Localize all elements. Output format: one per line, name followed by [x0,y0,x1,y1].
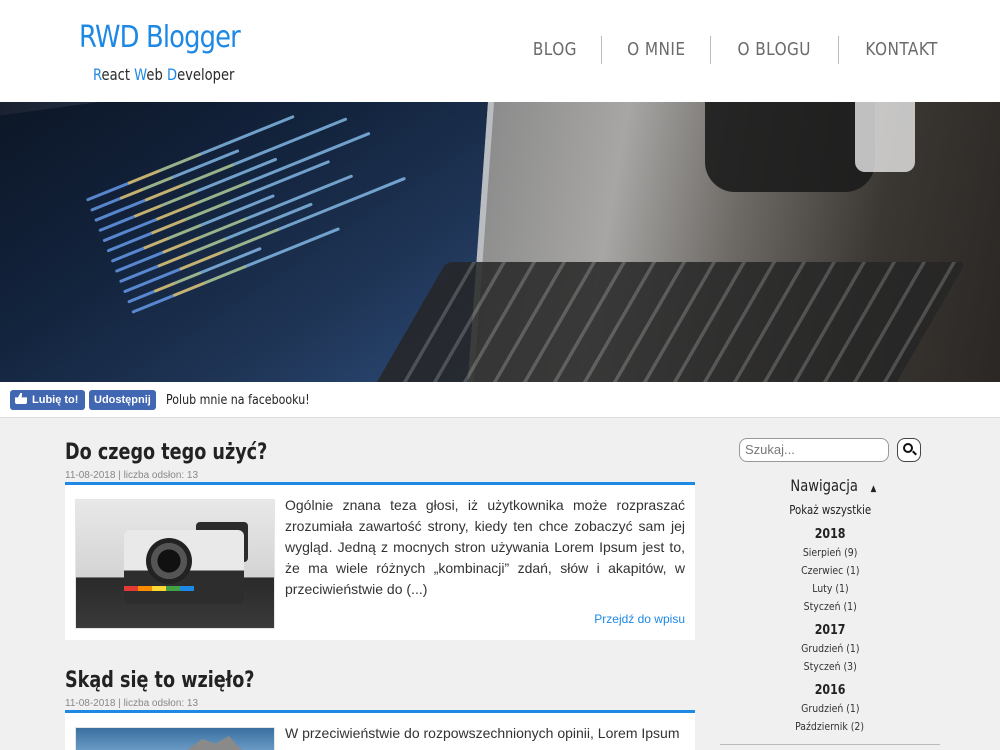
show-all-link[interactable]: Pokaż wszystkie [720,503,940,517]
post-thumbnail-mountain[interactable] [75,727,275,750]
camera-lens [146,538,192,584]
sidebar-divider [720,744,940,745]
facebook-bar: Lubię to! Udostępnij Polub mnie na faceb… [0,382,1000,418]
archive-month-link[interactable]: Czerwiec (1) [720,564,940,577]
subtitle-word: eact [101,65,135,84]
archive-month-link[interactable]: Grudzień (1) [720,702,940,715]
archive-month-link[interactable]: Styczeń (3) [720,660,940,673]
search-button[interactable] [897,438,921,462]
post-thumbnail-camera[interactable] [75,499,275,629]
read-more-link[interactable]: Przejdź do wpisu [594,612,685,626]
archive-month-link[interactable]: Luty (1) [720,582,940,595]
post-meta: 11-08-2018 | liczba odsłon: 13 [65,470,199,481]
nav-item-blog[interactable]: BLOG [509,36,601,64]
hero-image-laptop-code [0,102,1000,382]
post-excerpt: W przeciwieństwie do rozpowszechnionych … [285,725,680,741]
nav-item-o-mnie[interactable]: O MNIE [600,36,711,64]
subtitle-initial: W [134,65,147,84]
site-logo-title[interactable]: RWD Blogger [79,20,241,55]
archive-month-link[interactable]: Październik (2) [720,720,940,733]
main-nav: BLOG O MNIE O BLOGU KONTAKT [509,36,964,64]
site-logo-subtitle: React Web Developer [93,65,234,84]
search-input[interactable]: Szukaj... [739,438,889,462]
post-meta: 11-08-2018 | liczba odsłon: 13 [65,698,199,709]
nav-item-o-blogu[interactable]: O BLOGU [710,36,837,64]
post-title[interactable]: Do czego tego użyć? [65,440,267,465]
camera-rainbow-stripe [124,586,194,591]
thumbs-up-icon [15,393,27,404]
nav-item-kontakt[interactable]: KONTAKT [837,36,964,64]
subtitle-word: eveloper [177,65,235,84]
subtitle-initial: D [166,65,178,84]
site-header: RWD Blogger React Web Developer BLOG O M… [0,0,1000,102]
post-title[interactable]: Skąd się to wzięło? [65,668,255,693]
hero-keyboard [353,262,967,382]
archive-year: 2017 [814,623,846,638]
caret-up-icon: ▲ [870,484,876,494]
sidebar-heading[interactable]: Nawigacja ▲ [720,476,940,495]
archive-month-link[interactable]: Grudzień (1) [720,642,940,655]
post-excerpt: Ogólnie znana teza głosi, iż użytkownika… [285,497,685,597]
archive-month-link[interactable]: Sierpień (9) [720,546,940,559]
subtitle-word: eb [146,65,167,84]
facebook-invite-text: Polub mnie na facebooku! [166,393,310,408]
post-card: W przeciwieństwie do rozpowszechnionych … [65,713,695,750]
hero-cup [855,102,915,172]
post-card: Ogólnie znana teza głosi, iż użytkownika… [65,485,695,640]
mountain-photo-background [76,728,274,750]
archive-year: 2018 [814,527,846,542]
facebook-share-button[interactable]: Udostępnij [89,390,156,410]
facebook-like-button[interactable]: Lubię to! [10,390,85,410]
hero-mug [705,102,875,192]
archive-month-link[interactable]: Styczeń (1) [720,600,940,613]
archive-year: 2016 [814,683,846,698]
